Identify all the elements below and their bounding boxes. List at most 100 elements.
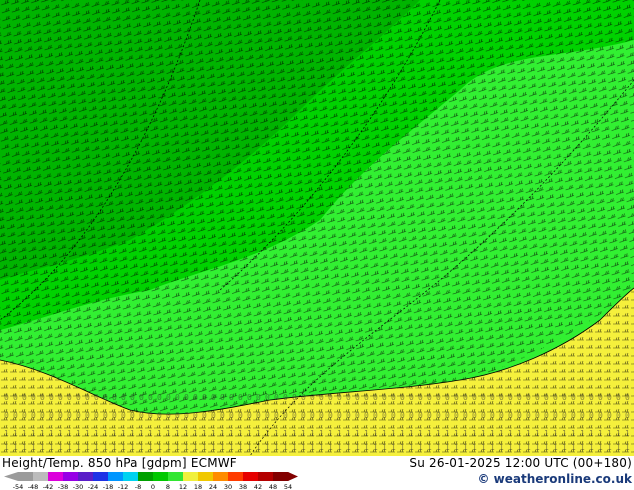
field-value-label: 0 — [382, 411, 387, 420]
field-value-label: 1 — [148, 443, 153, 452]
field-value-label: 0 — [445, 411, 450, 420]
field-value-label: 1 — [382, 429, 387, 438]
field-value-label: 0 — [373, 393, 378, 402]
legend-tick-label: 42 — [254, 483, 262, 490]
field-value-label: 1 — [103, 429, 108, 438]
field-value-label: 1 — [40, 443, 45, 452]
field-value-label: 1 — [499, 429, 504, 438]
legend-tick-label: -24 — [88, 483, 99, 490]
field-value-label: 1 — [184, 429, 189, 438]
field-value-label: 1 — [292, 429, 297, 438]
field-value-label: 0 — [85, 411, 90, 420]
field-value-label: 1 — [571, 429, 576, 438]
legend-tick-label: 8 — [166, 483, 170, 490]
field-value-label: 1 — [202, 429, 207, 438]
field-value-label: 0 — [382, 393, 387, 402]
field-value-label: 0 — [13, 411, 18, 420]
field-value-label: 1 — [31, 429, 36, 438]
legend-tick-label: 0 — [151, 483, 155, 490]
field-value-label: 1 — [157, 429, 162, 438]
field-value-label: 1 — [535, 443, 540, 452]
field-value-label: 0 — [337, 411, 342, 420]
field-value-label: 1 — [157, 443, 162, 452]
field-value-label: 1 — [436, 443, 441, 452]
field-value-label: 0 — [13, 393, 18, 402]
legend-tick-label: -30 — [73, 483, 84, 490]
field-value-label: 0 — [256, 411, 261, 420]
field-value-label: 1 — [418, 429, 423, 438]
legend-swatch — [93, 472, 109, 481]
field-value-label: 0 — [553, 393, 558, 402]
field-value-label: 1 — [427, 443, 432, 452]
field-value-label: 1 — [346, 429, 351, 438]
legend-tick-label: 48 — [269, 483, 277, 490]
field-value-label: 1 — [616, 443, 621, 452]
field-value-label: 1 — [355, 429, 360, 438]
field-value-label: 1 — [283, 443, 288, 452]
field-value-label: 1 — [274, 443, 279, 452]
legend-tick-label: -42 — [43, 483, 54, 490]
field-value-label: 0 — [571, 411, 576, 420]
field-value-label: 0 — [328, 411, 333, 420]
field-value-label: 1 — [247, 443, 252, 452]
field-value-label: 0 — [409, 393, 414, 402]
field-value-label: 1 — [472, 443, 477, 452]
field-value-label: 0 — [625, 393, 630, 402]
field-value-label: 1 — [625, 443, 630, 452]
legend-swatch — [243, 472, 259, 481]
field-value-label: 0 — [31, 393, 36, 402]
legend-arrow-left — [4, 472, 18, 481]
field-value-label: 1 — [94, 443, 99, 452]
field-value-label: 1 — [517, 443, 522, 452]
field-value-label: 1 — [328, 443, 333, 452]
field-value-label: 0 — [40, 411, 45, 420]
field-value-label: 1 — [463, 429, 468, 438]
field-value-label: 0 — [22, 393, 27, 402]
field-value-label: 1 — [85, 443, 90, 452]
field-value-label: 1 — [103, 443, 108, 452]
field-value-label: 0 — [76, 393, 81, 402]
field-value-label: 0 — [436, 393, 441, 402]
field-value-label: 1 — [625, 429, 630, 438]
field-value-label: 0 — [535, 393, 540, 402]
legend-swatch — [33, 472, 49, 481]
field-value-label: 0 — [319, 393, 324, 402]
field-value-label: 1 — [265, 429, 270, 438]
field-value-label: 1 — [535, 429, 540, 438]
field-value-label: 0 — [49, 393, 54, 402]
field-value-label: 1 — [391, 443, 396, 452]
legend-swatch — [138, 472, 154, 481]
field-value-label: 1 — [445, 443, 450, 452]
site-credit[interactable]: © weatheronline.co.uk — [477, 472, 632, 486]
legend-swatch — [273, 472, 289, 481]
field-value-label: 1 — [283, 429, 288, 438]
field-value-label: 1 — [256, 443, 261, 452]
field-value-label: 0 — [391, 411, 396, 420]
field-value-label: 1 — [571, 443, 576, 452]
legend-tick-label: 30 — [224, 483, 232, 490]
field-value-label: 1 — [175, 443, 180, 452]
field-value-label: 1 — [337, 443, 342, 452]
legend-tick-label: 38 — [239, 483, 247, 490]
field-value-label: 0 — [22, 411, 27, 420]
field-value-label: 1 — [490, 429, 495, 438]
field-value-label: 0 — [589, 411, 594, 420]
field-value-label: 1 — [13, 429, 18, 438]
field-value-label: 0 — [67, 411, 72, 420]
field-value-label: 0 — [499, 411, 504, 420]
field-value-label: 1 — [247, 429, 252, 438]
legend-tick-label: 24 — [209, 483, 217, 490]
field-value-label: 1 — [508, 429, 513, 438]
field-value-label: 0 — [193, 411, 198, 420]
field-value-label: 0 — [391, 393, 396, 402]
field-value-label: 1 — [490, 443, 495, 452]
field-value-label: 1 — [553, 443, 558, 452]
field-value-label: 1 — [4, 443, 9, 452]
field-value-label: 0 — [148, 411, 153, 420]
legend-tick-label: -54 — [13, 483, 24, 490]
field-value-label: 1 — [517, 429, 522, 438]
field-value-label: 0 — [400, 411, 405, 420]
field-value-label: 0 — [499, 393, 504, 402]
field-value-label: 1 — [238, 443, 243, 452]
field-value-label: 0 — [85, 393, 90, 402]
